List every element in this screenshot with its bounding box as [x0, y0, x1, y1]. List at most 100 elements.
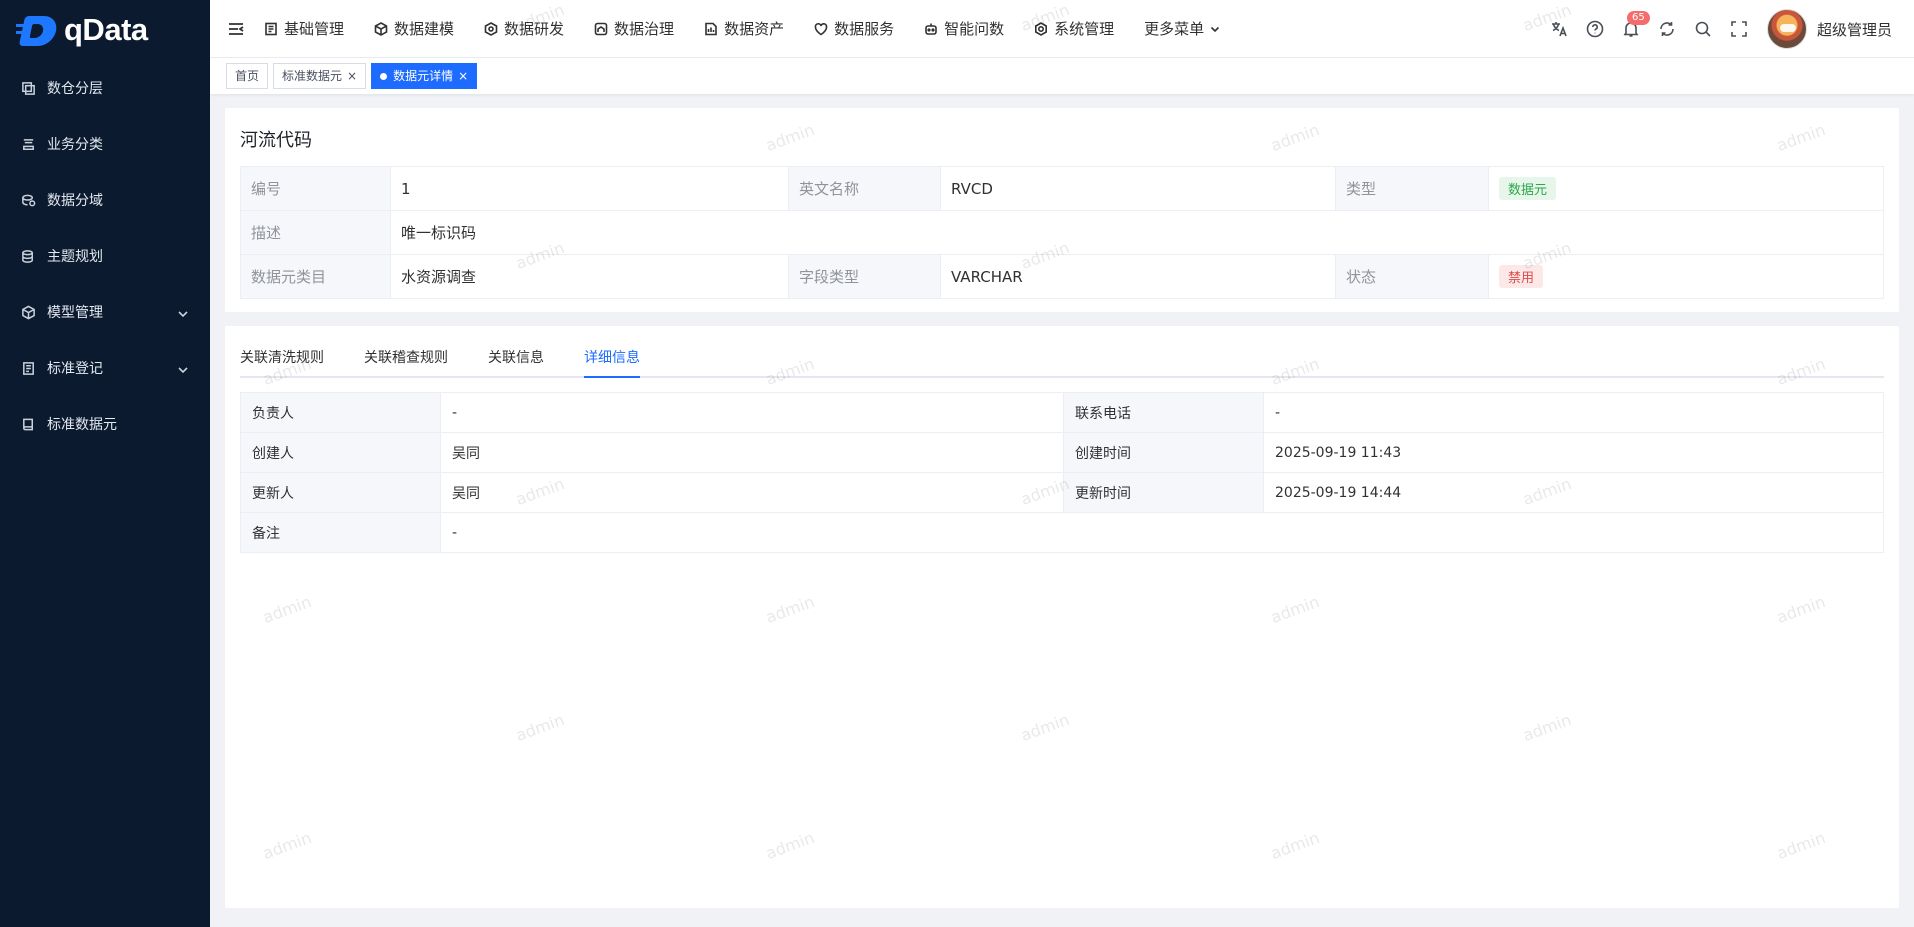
sidebar-item-label: 模型管理: [47, 305, 103, 321]
info-label: 创建时间: [1063, 432, 1264, 473]
field-label: 数据元类目: [240, 254, 391, 299]
translate-icon[interactable]: [1549, 19, 1569, 39]
active-dot-icon: [380, 72, 388, 80]
field-label: 状态: [1335, 254, 1489, 299]
tags-view: 首页 标准数据元 × 数据元详情 ×: [210, 58, 1914, 94]
info-label: 创建人: [240, 432, 441, 473]
nav-label: 数据建模: [394, 20, 455, 38]
info-value: 吴同: [440, 432, 1064, 473]
tab-related-info[interactable]: 关联信息: [488, 340, 544, 376]
nav-data-governance[interactable]: 数据治理: [594, 18, 674, 39]
sidebar-item-standard-register[interactable]: 标准登记: [0, 340, 210, 396]
table-row: 更新人 吴同 更新时间 2025-09-19 14:44: [240, 472, 1884, 513]
info-label: 更新时间: [1063, 472, 1264, 513]
detail-row: 数据元类目 水资源调查 字段类型 VARCHAR 状态 禁用: [240, 254, 1884, 299]
logo[interactable]: qData: [0, 0, 210, 60]
info-value: -: [440, 392, 1064, 433]
info-value: -: [440, 512, 1884, 553]
sidebar-item-topic-planning[interactable]: 主题规划: [0, 228, 210, 284]
nav-label: 系统管理: [1054, 20, 1115, 38]
menu-toggle-icon[interactable]: [228, 21, 244, 37]
sidebar-item-label: 主题规划: [47, 249, 103, 265]
info-value: -: [1263, 392, 1884, 433]
page-title: 河流代码: [240, 130, 312, 151]
nav-data-modeling[interactable]: 数据建模: [374, 18, 454, 39]
table-row: 备注 -: [240, 512, 1884, 553]
sidebar-item-label: 业务分类: [47, 137, 103, 153]
field-value-cell: 禁用: [1488, 254, 1884, 299]
field-value: VARCHAR: [940, 254, 1336, 299]
tag-label: 首页: [235, 69, 260, 83]
tag-data-element-detail[interactable]: 数据元详情 ×: [371, 63, 478, 89]
refresh-icon[interactable]: [1657, 19, 1677, 39]
field-value: 唯一标识码: [390, 210, 1884, 255]
info-label: 联系电话: [1063, 392, 1264, 433]
username[interactable]: 超级管理员: [1817, 19, 1892, 40]
tab-cleaning-rules[interactable]: 关联清洗规则: [240, 340, 324, 376]
bell-icon[interactable]: 65: [1621, 11, 1650, 39]
tag-home[interactable]: 首页: [226, 63, 269, 89]
nav-data-assets[interactable]: 数据资产: [704, 18, 784, 39]
detail-row: 描述 唯一标识码: [240, 210, 1884, 255]
sidebar-item-data-domain[interactable]: 数据分域: [0, 172, 210, 228]
nav-data-development[interactable]: 数据研发: [484, 18, 564, 39]
sidebar-item-label: 标准数据元: [47, 417, 117, 433]
close-icon[interactable]: ×: [458, 64, 468, 88]
nav-system-management[interactable]: 系统管理: [1034, 18, 1114, 39]
nav-smart-query[interactable]: 智能问数: [924, 18, 1004, 39]
field-label: 字段类型: [788, 254, 941, 299]
chevron-down-icon: [1211, 26, 1220, 32]
chevron-down-icon: [178, 363, 188, 374]
logo-icon: [16, 12, 62, 48]
sidebar-item-label: 数据分域: [47, 193, 103, 209]
info-value: 吴同: [440, 472, 1064, 513]
field-value: 水资源调查: [390, 254, 789, 299]
sidebar-item-standard-data-element[interactable]: 标准数据元: [0, 396, 210, 452]
nav-data-services[interactable]: 数据服务: [814, 18, 894, 39]
nav-label: 基础管理: [284, 20, 345, 38]
tab-audit-rules[interactable]: 关联稽查规则: [364, 340, 448, 376]
database-icon: [20, 248, 36, 264]
nav-label: 数据资产: [724, 20, 785, 38]
nav-more-menu[interactable]: 更多菜单: [1144, 18, 1220, 39]
nav-basic-management[interactable]: 基础管理: [264, 18, 344, 39]
doc-icon: [265, 22, 277, 35]
field-value: 1: [390, 166, 789, 211]
field-label: 编号: [240, 166, 391, 211]
top-header: 基础管理 数据建模 数据研发 数据治理 数据资产 数据服务 智能问数 系统管理: [210, 0, 1914, 58]
close-icon[interactable]: ×: [347, 64, 357, 88]
register-icon: [20, 360, 36, 376]
tag-label: 标准数据元: [282, 69, 343, 83]
tab-detail-info[interactable]: 详细信息: [584, 340, 640, 378]
table-row: 创建人 吴同 创建时间 2025-09-19 11:43: [240, 432, 1884, 473]
field-label: 英文名称: [788, 166, 941, 211]
book-icon: [20, 416, 36, 432]
nav-label: 数据治理: [614, 20, 675, 38]
field-value: RVCD: [940, 166, 1336, 211]
help-icon[interactable]: [1585, 19, 1605, 39]
table-row: 负责人 - 联系电话 -: [240, 392, 1884, 433]
fullscreen-icon[interactable]: [1729, 19, 1749, 39]
hexagon-icon: [484, 21, 498, 36]
sidebar-item-model-management[interactable]: 模型管理: [0, 284, 210, 340]
detail-card: 河流代码 编号 1 英文名称 RVCD 类型 数据元 描述 唯一标识码 数据元类…: [225, 108, 1899, 312]
stack-icon: [20, 136, 36, 152]
detail-info-table: 负责人 - 联系电话 - 创建人 吴同 创建时间 2025-09-19 11:4…: [240, 392, 1884, 553]
top-nav: 基础管理 数据建模 数据研发 数据治理 数据资产 数据服务 智能问数 系统管理: [264, 18, 1250, 39]
info-label: 负责人: [240, 392, 441, 433]
detail-tabs: 关联清洗规则 关联稽查规则 关联信息 详细信息: [240, 340, 1884, 378]
layers-icon: [20, 80, 36, 96]
avatar[interactable]: [1766, 9, 1807, 49]
search-icon[interactable]: [1693, 19, 1713, 39]
sidebar-item-label: 数仓分层: [47, 81, 103, 97]
sidebar-menu: 数仓分层 业务分类 数据分域 主题规划 模型管理 标准登记 标准数据元: [0, 60, 210, 452]
notification-badge: 65: [1626, 11, 1650, 25]
sidebar-item-layers[interactable]: 数仓分层: [0, 60, 210, 116]
detail-row: 编号 1 英文名称 RVCD 类型 数据元: [240, 166, 1884, 211]
heart-icon: [814, 22, 828, 35]
domain-icon: [20, 192, 36, 208]
sidebar-item-business-category[interactable]: 业务分类: [0, 116, 210, 172]
info-value: 2025-09-19 11:43: [1263, 432, 1884, 473]
tabs-card: 关联清洗规则 关联稽查规则 关联信息 详细信息 负责人 - 联系电话 - 创建人…: [225, 326, 1899, 908]
tag-standard-data-element[interactable]: 标准数据元 ×: [273, 63, 367, 89]
